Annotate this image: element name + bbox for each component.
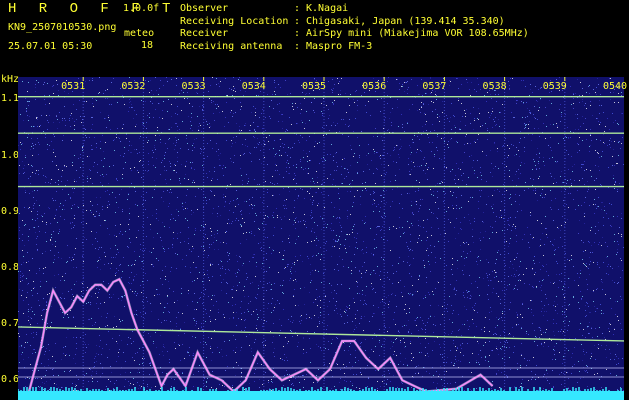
station-info: Observer: K.Nagai Receiving Location: Chig… [180,3,529,53]
info-separator: : [294,28,301,39]
noise-speckle [18,77,624,400]
x-tick-label: 0531 [61,81,86,92]
x-tick-label: 0536 [362,81,387,92]
y-tick-label: 0.8 [1,261,20,273]
noise-speckle [18,77,624,400]
spectrogram-svg [18,77,624,400]
info-key: Receiving Location [180,15,289,27]
info-separator: : [294,3,301,14]
doppler-trace [28,278,494,393]
info-row-receiver: Receiver: AirSpy mini (Miakejima VOR 108.… [180,28,529,41]
carrier-line [18,326,624,342]
info-value: AirSpy mini (Miakejima VOR 108.65MHz) [306,28,529,39]
info-row-observer: Observer: K.Nagai [180,3,529,16]
meteo-count: 18 [141,40,154,51]
hrofft-screen: H R O F F T 1.0.0f KN9_2507010530.png me… [0,0,629,400]
x-tick-label: 0539 [542,81,567,92]
x-tick-label: 0534 [241,81,266,92]
info-separator: : [294,40,301,52]
bottom-band [18,391,624,400]
y-tick-label: 1.0 [1,149,20,161]
meteo-label: meteo [124,28,155,39]
y-tick-label: 1.1 [1,93,20,105]
info-key: Observer [180,3,229,14]
info-value: K.Nagai [306,3,349,14]
y-axis-unit: kHz [1,74,20,85]
info-separator: : [294,15,301,27]
file-name: KN9_2507010530.png [8,22,117,33]
noise-speckle [19,77,624,400]
timestamp: 25.07.01 05:30 [8,41,93,52]
info-row-antenna: Receiving antenna: Maspro FM-3 [180,41,529,54]
trace-glow [27,277,494,394]
version-label: 1.0.0f [123,3,160,14]
info-value: Maspro FM-3 [306,40,373,52]
x-tick-label: 0537 [422,81,447,92]
x-tick-label: 0533 [181,81,206,92]
info-key: Receiver [180,28,229,39]
y-tick-label: 0.9 [1,205,20,217]
noise-speckle [18,77,622,400]
info-key: Receiving antenna [180,40,283,52]
noise-speckle [19,77,624,400]
info-row-location: Receiving Location: Chigasaki, Japan (139… [180,16,529,29]
x-tick-label: 0532 [121,81,146,92]
spectrogram-plot [18,77,624,400]
x-tick-label: 0540 [602,81,628,92]
info-value: Chigasaki, Japan (139.414 35.340) [306,15,505,27]
y-tick-label: 0.6 [1,374,20,386]
y-tick-label: 0.7 [1,318,20,330]
x-tick-label: 0535 [301,81,327,92]
x-tick-label: 0538 [482,81,507,92]
